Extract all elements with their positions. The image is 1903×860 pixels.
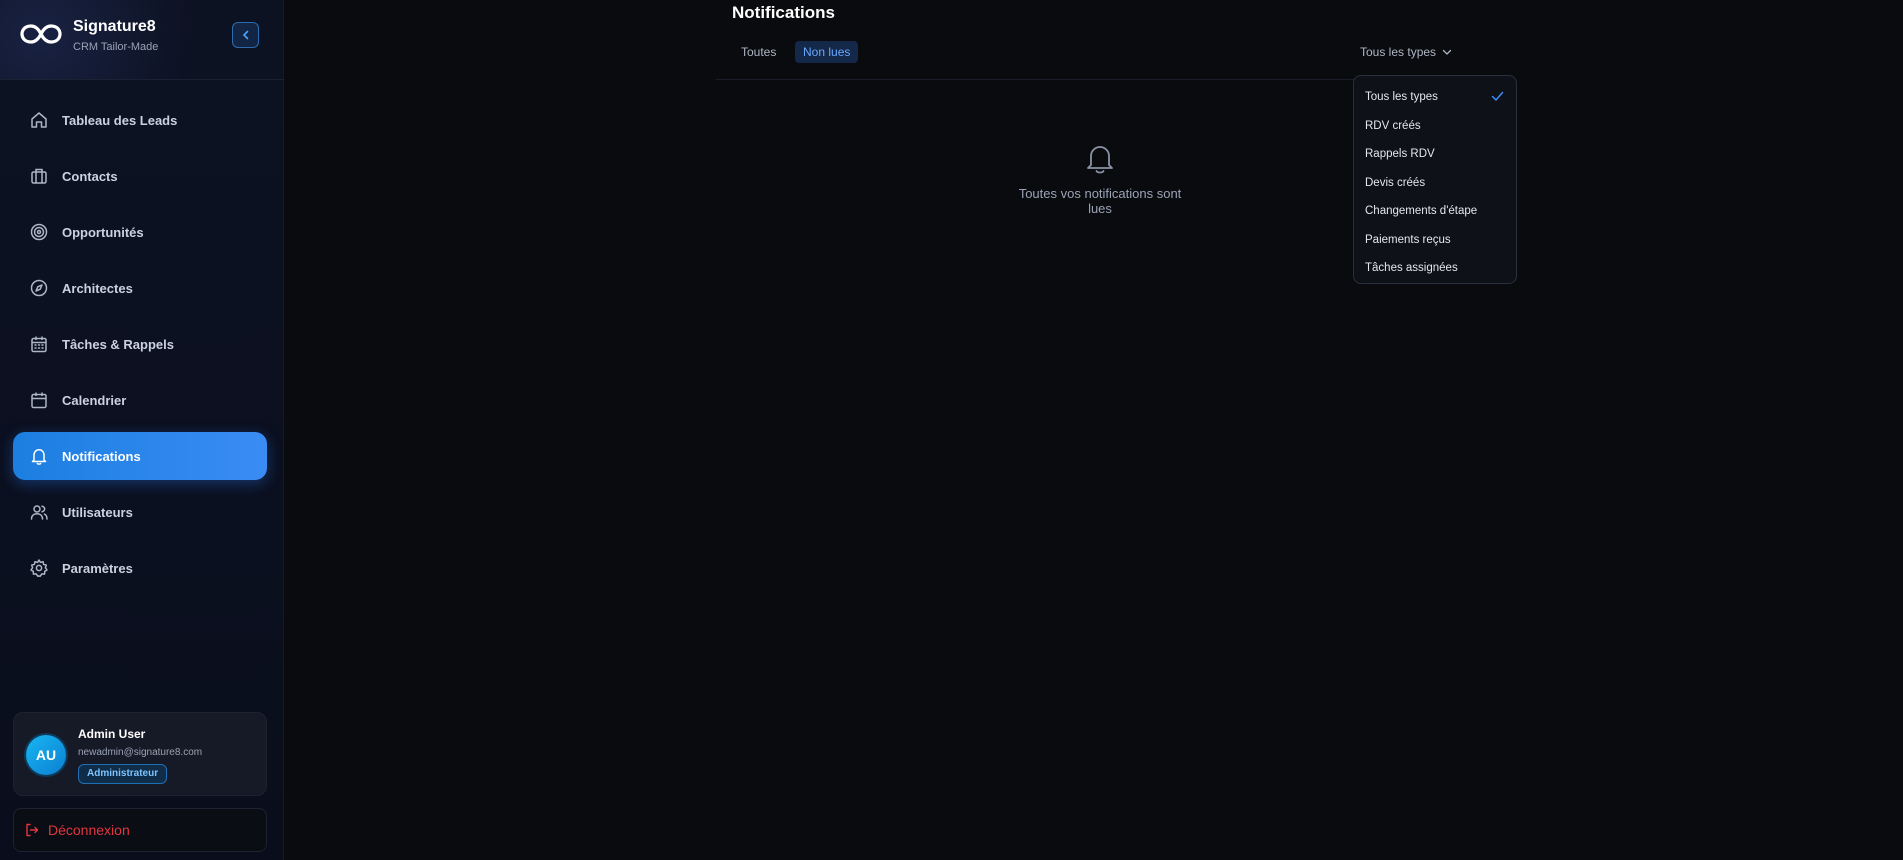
compass-icon bbox=[28, 277, 50, 299]
sidebar-item-label: Paramètres bbox=[62, 560, 133, 576]
sidebar-item-label: Tâches & Rappels bbox=[62, 336, 174, 352]
user-email: newadmin@signature8.com bbox=[78, 747, 203, 758]
sidebar-item-utilisateurs[interactable]: Utilisateurs bbox=[13, 488, 267, 536]
type-filter-dropdown: Tous les types RDV créés Rappels RDV Dev… bbox=[1353, 75, 1517, 284]
user-profile-card[interactable]: AU Admin User newadmin@signature8.com Ad… bbox=[13, 712, 267, 796]
chevron-left-icon bbox=[242, 30, 248, 40]
dropdown-option-rdv-crees[interactable]: RDV créés bbox=[1354, 112, 1516, 141]
sidebar-item-label: Tableau des Leads bbox=[62, 112, 178, 128]
collapse-sidebar-button[interactable] bbox=[232, 22, 259, 48]
dropdown-option-label: Tous les types bbox=[1365, 91, 1438, 104]
user-name: Admin User bbox=[78, 727, 146, 741]
chevron-down-icon bbox=[1442, 47, 1452, 57]
dropdown-option-rappels-rdv[interactable]: Rappels RDV bbox=[1354, 140, 1516, 169]
dropdown-option-tous-les-types[interactable]: Tous les types bbox=[1354, 83, 1516, 112]
sidebar-item-label: Calendrier bbox=[62, 392, 127, 408]
sidebar-item-taches-rappels[interactable]: Tâches & Rappels bbox=[13, 320, 267, 368]
sidebar-item-calendrier[interactable]: Calendrier bbox=[13, 376, 267, 424]
page-title: Notifications bbox=[732, 3, 835, 22]
brand-header: Signature8 CRM Tailor-Made bbox=[0, 0, 284, 80]
logout-icon bbox=[26, 823, 39, 837]
home-icon bbox=[28, 109, 50, 131]
calendar-icon bbox=[28, 389, 50, 411]
dropdown-option-label: Paiements reçus bbox=[1365, 233, 1451, 246]
gear-icon bbox=[28, 557, 50, 579]
sidebar-item-label: Contacts bbox=[62, 168, 118, 184]
logout-label: Déconnexion bbox=[48, 822, 130, 838]
briefcase-icon bbox=[28, 165, 50, 187]
check-icon bbox=[1491, 91, 1504, 101]
type-filter-value: Tous les types bbox=[1360, 45, 1437, 59]
sidebar-nav: Tableau des Leads Contacts Opportunités bbox=[13, 96, 267, 600]
sidebar-item-label: Architectes bbox=[62, 280, 133, 296]
dropdown-option-paiements-recus[interactable]: Paiements reçus bbox=[1354, 226, 1516, 255]
calendar-grid-icon bbox=[28, 333, 50, 355]
brand-subtitle: CRM Tailor-Made bbox=[73, 41, 159, 53]
dropdown-option-label: Tâches assignées bbox=[1365, 262, 1458, 275]
sidebar-item-architectes[interactable]: Architectes bbox=[13, 264, 267, 312]
sidebar-item-label: Notifications bbox=[62, 448, 141, 464]
brand-name: Signature8 bbox=[73, 18, 156, 35]
role-badge: Administrateur bbox=[78, 764, 168, 784]
tab-non-lues[interactable]: Non lues bbox=[795, 41, 859, 63]
dropdown-option-devis-crees[interactable]: Devis créés bbox=[1354, 169, 1516, 198]
sidebar-item-label: Opportunités bbox=[62, 224, 144, 240]
dropdown-option-label: RDV créés bbox=[1365, 119, 1421, 132]
sidebar-item-contacts[interactable]: Contacts bbox=[13, 152, 267, 200]
sidebar-item-label: Utilisateurs bbox=[62, 504, 133, 520]
sidebar-item-tableau-des-leads[interactable]: Tableau des Leads bbox=[13, 96, 267, 144]
dropdown-option-label: Devis créés bbox=[1365, 176, 1426, 189]
dropdown-option-label: Rappels RDV bbox=[1365, 148, 1435, 161]
dropdown-option-changements-etape[interactable]: Changements d'étape bbox=[1354, 197, 1516, 226]
users-icon bbox=[28, 501, 50, 523]
bell-icon bbox=[28, 445, 50, 467]
sidebar-item-opportunites[interactable]: Opportunités bbox=[13, 208, 267, 256]
sidebar-item-parametres[interactable]: Paramètres bbox=[13, 544, 267, 592]
logout-button[interactable]: Déconnexion bbox=[13, 808, 267, 852]
avatar: AU bbox=[26, 735, 66, 775]
dropdown-option-taches-assignees[interactable]: Tâches assignées bbox=[1354, 254, 1516, 283]
type-filter-select[interactable]: Tous les types bbox=[1360, 45, 1452, 59]
dropdown-option-label: Changements d'étape bbox=[1365, 205, 1478, 218]
infinity-logo-icon bbox=[20, 24, 62, 44]
sidebar: Signature8 CRM Tailor-Made Tableau des L… bbox=[0, 0, 284, 860]
empty-state-message: Toutes vos notifications sont lues bbox=[1018, 186, 1182, 216]
tab-toutes[interactable]: Toutes bbox=[733, 41, 784, 63]
target-icon bbox=[28, 221, 50, 243]
bell-icon bbox=[1087, 146, 1113, 174]
sidebar-item-notifications[interactable]: Notifications bbox=[13, 432, 267, 480]
